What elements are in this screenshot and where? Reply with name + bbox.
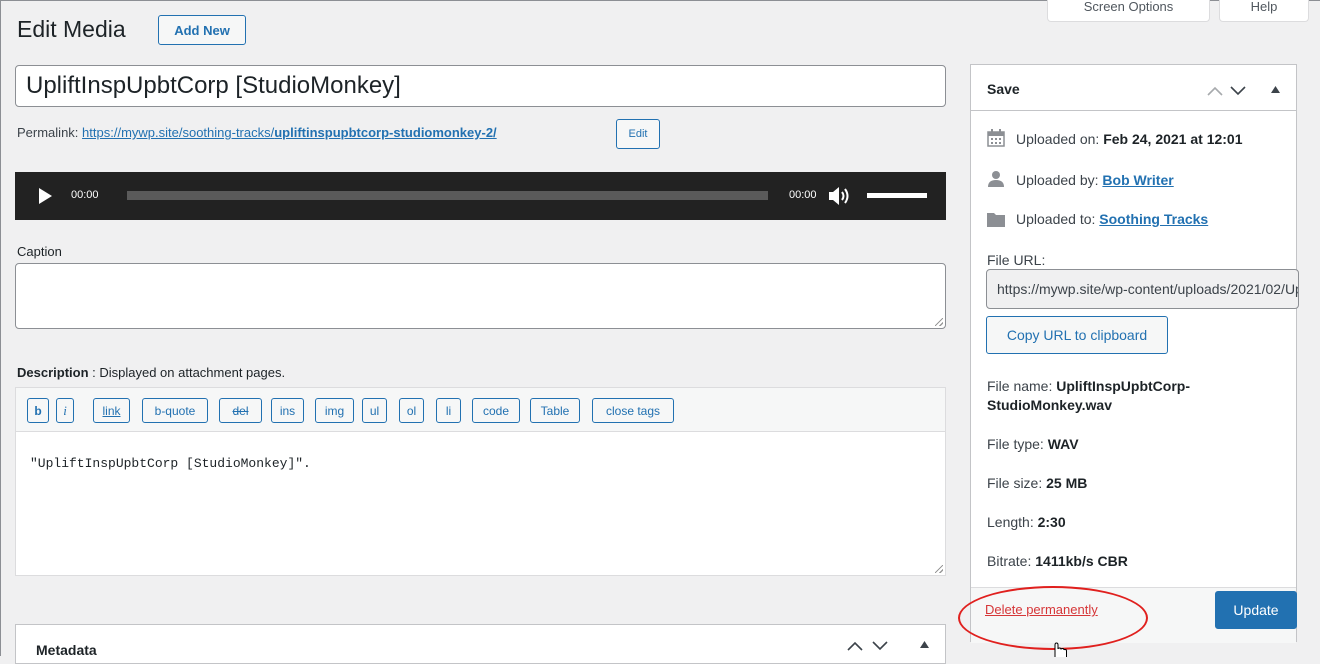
uploaded-by-label: Uploaded by: xyxy=(1016,172,1099,188)
file-url-input[interactable]: https://mywp.site/wp-content/uploads/202… xyxy=(986,269,1299,309)
qt-italic-button[interactable]: i xyxy=(56,398,74,423)
uploaded-by-link[interactable]: Bob Writer xyxy=(1102,172,1173,188)
permalink: Permalink: https://mywp.site/soothing-tr… xyxy=(17,125,497,140)
move-down-icon[interactable] xyxy=(872,638,888,654)
qt-bold-button[interactable]: b xyxy=(27,398,49,423)
uploaded-to-label: Uploaded to: xyxy=(1016,211,1096,227)
file-size: File size: 25 MB xyxy=(987,475,1087,491)
uploaded-on-label: Uploaded on: xyxy=(1016,131,1100,147)
description-hint: : Displayed on attachment pages. xyxy=(88,365,286,380)
screen-options-label: Screen Options xyxy=(1083,0,1174,14)
toggle-panel-icon[interactable] xyxy=(920,640,929,650)
bitrate-label: Bitrate: xyxy=(987,553,1032,569)
file-size-value: 25 MB xyxy=(1046,475,1088,491)
file-name-value-2: StudioMonkey.wav xyxy=(987,397,1112,413)
file-name-label: File name: xyxy=(987,378,1053,394)
permalink-link[interactable]: https://mywp.site/soothing-tracks/uplift… xyxy=(82,125,497,140)
file-type: File type: WAV xyxy=(987,436,1079,452)
progress-rail[interactable] xyxy=(127,191,768,200)
file-type-label: File type: xyxy=(987,436,1044,452)
qt-code-button[interactable]: code xyxy=(472,398,520,423)
qt-ol-button[interactable]: ol xyxy=(399,398,424,423)
permalink-slug: upliftinspupbtcorp-studiomonkey-2/ xyxy=(274,125,497,140)
caption-textarea[interactable] xyxy=(15,263,946,329)
current-time: 00:00 xyxy=(71,189,99,201)
edit-permalink-button[interactable]: Edit xyxy=(616,119,660,149)
uploaded-on: Uploaded on: Feb 24, 2021 at 12:01 xyxy=(1016,131,1243,147)
toggle-panel-icon[interactable] xyxy=(1271,85,1280,95)
length: Length: 2:30 xyxy=(987,514,1066,530)
qt-bquote-button[interactable]: b-quote xyxy=(142,398,208,423)
qt-del-button[interactable]: del xyxy=(219,398,262,423)
caption-label: Caption xyxy=(17,244,62,259)
file-size-label: File size: xyxy=(987,475,1043,491)
bitrate-value: 1411kb/s CBR xyxy=(1035,553,1128,569)
folder-icon xyxy=(987,211,1005,232)
description-editor: b i link b-quote del ins img ul ol li co… xyxy=(15,387,946,576)
move-up-icon[interactable] xyxy=(847,638,863,654)
resize-grip-icon[interactable] xyxy=(935,565,943,573)
description-label: Description xyxy=(17,365,89,380)
qt-li-button[interactable]: li xyxy=(436,398,461,423)
length-label: Length: xyxy=(987,514,1034,530)
copy-url-button[interactable]: Copy URL to clipboard xyxy=(986,316,1168,354)
uploaded-on-value: Feb 24, 2021 at 12:01 xyxy=(1103,131,1243,147)
permalink-label: Permalink: xyxy=(17,125,79,140)
quicktags-toolbar: b i link b-quote del ins img ul ol li co… xyxy=(16,388,945,432)
length-value: 2:30 xyxy=(1037,514,1066,530)
save-box-title: Save xyxy=(987,81,1020,97)
qt-ins-button[interactable]: ins xyxy=(271,398,304,423)
file-url-label: File URL: xyxy=(987,252,1046,268)
description-textarea[interactable]: "UpliftInspUpbtCorp [StudioMonkey]". xyxy=(30,456,311,471)
add-new-button[interactable]: Add New xyxy=(158,15,246,45)
volume-icon[interactable] xyxy=(828,186,852,209)
qt-ul-button[interactable]: ul xyxy=(362,398,387,423)
duration: 00:00 xyxy=(789,189,817,201)
volume-slider[interactable] xyxy=(867,193,927,198)
update-button[interactable]: Update xyxy=(1215,591,1297,629)
screen-options-tab[interactable]: Screen Options xyxy=(1047,0,1210,22)
uploaded-by: Uploaded by: Bob Writer xyxy=(1016,172,1174,188)
uploaded-to-link[interactable]: Soothing Tracks xyxy=(1099,211,1208,227)
qt-close-tags-button[interactable]: close tags xyxy=(592,398,674,423)
move-up-icon[interactable] xyxy=(1207,83,1223,99)
permalink-base: https://mywp.site/soothing-tracks/ xyxy=(82,125,275,140)
uploaded-to: Uploaded to: Soothing Tracks xyxy=(1016,211,1208,227)
file-type-value: WAV xyxy=(1047,436,1079,452)
file-name-cont: StudioMonkey.wav xyxy=(987,397,1112,413)
title-input[interactable]: UpliftInspUpbtCorp [StudioMonkey] xyxy=(15,65,946,107)
audio-player: 00:00 00:00 xyxy=(15,172,946,220)
move-down-icon[interactable] xyxy=(1230,83,1246,99)
description-heading: Description : Displayed on attachment pa… xyxy=(17,365,285,380)
highlight-ring xyxy=(958,586,1148,650)
resize-grip-icon[interactable] xyxy=(935,318,943,326)
bitrate: Bitrate: 1411kb/s CBR xyxy=(987,553,1128,569)
qt-img-button[interactable]: img xyxy=(315,398,354,423)
page-title: Edit Media xyxy=(17,16,126,42)
hand-cursor-icon xyxy=(1050,642,1068,662)
qt-table-button[interactable]: Table xyxy=(530,398,580,423)
user-icon xyxy=(987,170,1005,193)
qt-link-button[interactable]: link xyxy=(93,398,130,423)
help-label: Help xyxy=(1250,0,1278,14)
file-name-value-1: UpliftInspUpbtCorp- xyxy=(1056,378,1190,394)
help-tab[interactable]: Help xyxy=(1219,0,1309,22)
save-box-header: Save xyxy=(971,65,1296,111)
file-name: File name: UpliftInspUpbtCorp- xyxy=(987,378,1190,394)
play-icon[interactable] xyxy=(39,188,52,207)
calendar-icon xyxy=(987,129,1005,152)
metadata-box: Metadata xyxy=(15,624,946,664)
